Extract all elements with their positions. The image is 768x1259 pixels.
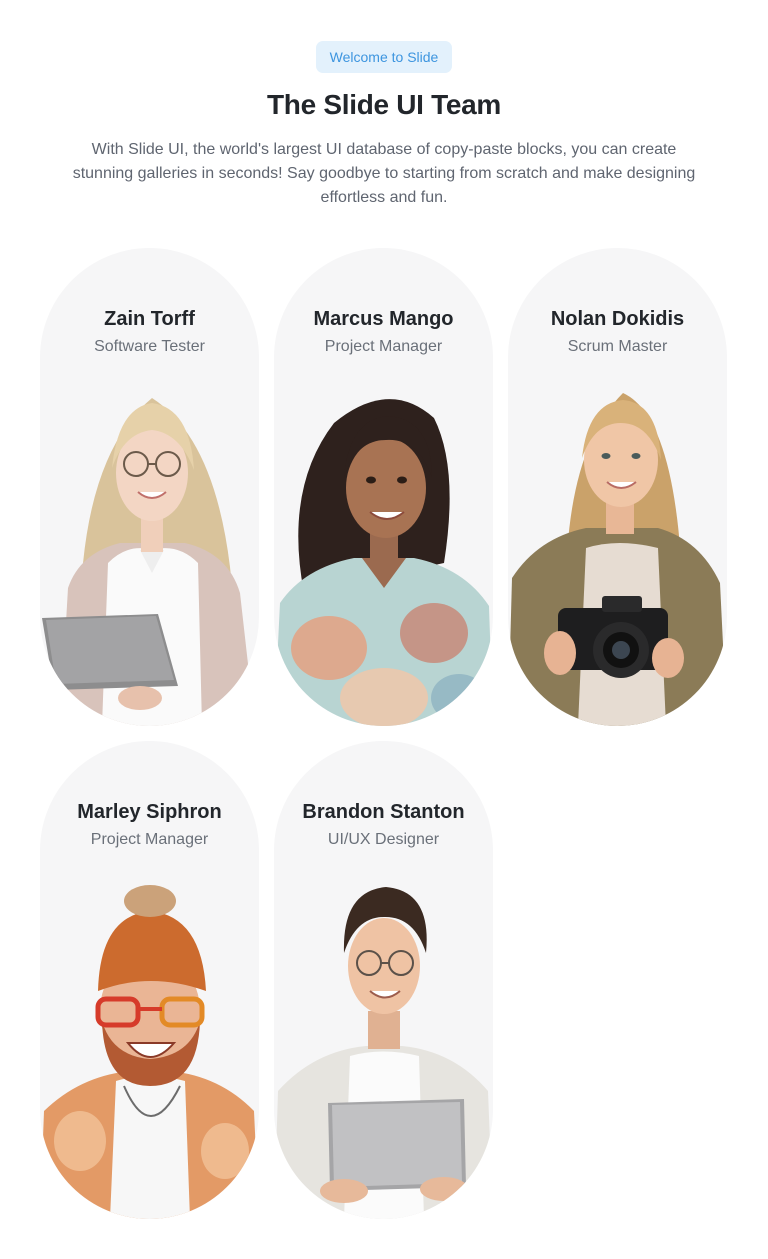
team-member-card[interactable]: Marcus Mango Project Manager bbox=[274, 248, 493, 726]
page-description: With Slide UI, the world's largest UI da… bbox=[72, 141, 696, 206]
member-role: Project Manager bbox=[324, 338, 443, 355]
team-member-card[interactable]: Nolan Dokidis Scrum Master bbox=[508, 248, 727, 726]
team-member-card[interactable]: Marley Siphron Project Manager bbox=[40, 741, 259, 1219]
member-name: Zain Torff bbox=[104, 308, 195, 330]
team-member-card[interactable]: Brandon Stanton UI/UX Designer bbox=[274, 741, 493, 1219]
member-photo bbox=[274, 887, 493, 1219]
member-photo bbox=[40, 885, 259, 1219]
member-name: Brandon Stanton bbox=[302, 801, 465, 823]
member-role: Software Tester bbox=[94, 338, 205, 355]
member-role: UI/UX Designer bbox=[327, 831, 440, 848]
welcome-badge: Welcome to Slide bbox=[316, 41, 452, 73]
member-role: Scrum Master bbox=[567, 338, 668, 355]
page-title: The Slide UI Team bbox=[267, 89, 501, 120]
member-name: Marcus Mango bbox=[313, 308, 454, 330]
team-member-card[interactable]: Zain Torff Software Tester bbox=[40, 248, 259, 726]
member-photo bbox=[508, 393, 727, 726]
member-name: Nolan Dokidis bbox=[550, 308, 685, 330]
member-photo bbox=[274, 399, 493, 726]
member-name: Marley Siphron bbox=[77, 801, 222, 823]
member-photo bbox=[42, 398, 255, 726]
member-role: Project Manager bbox=[90, 831, 209, 848]
